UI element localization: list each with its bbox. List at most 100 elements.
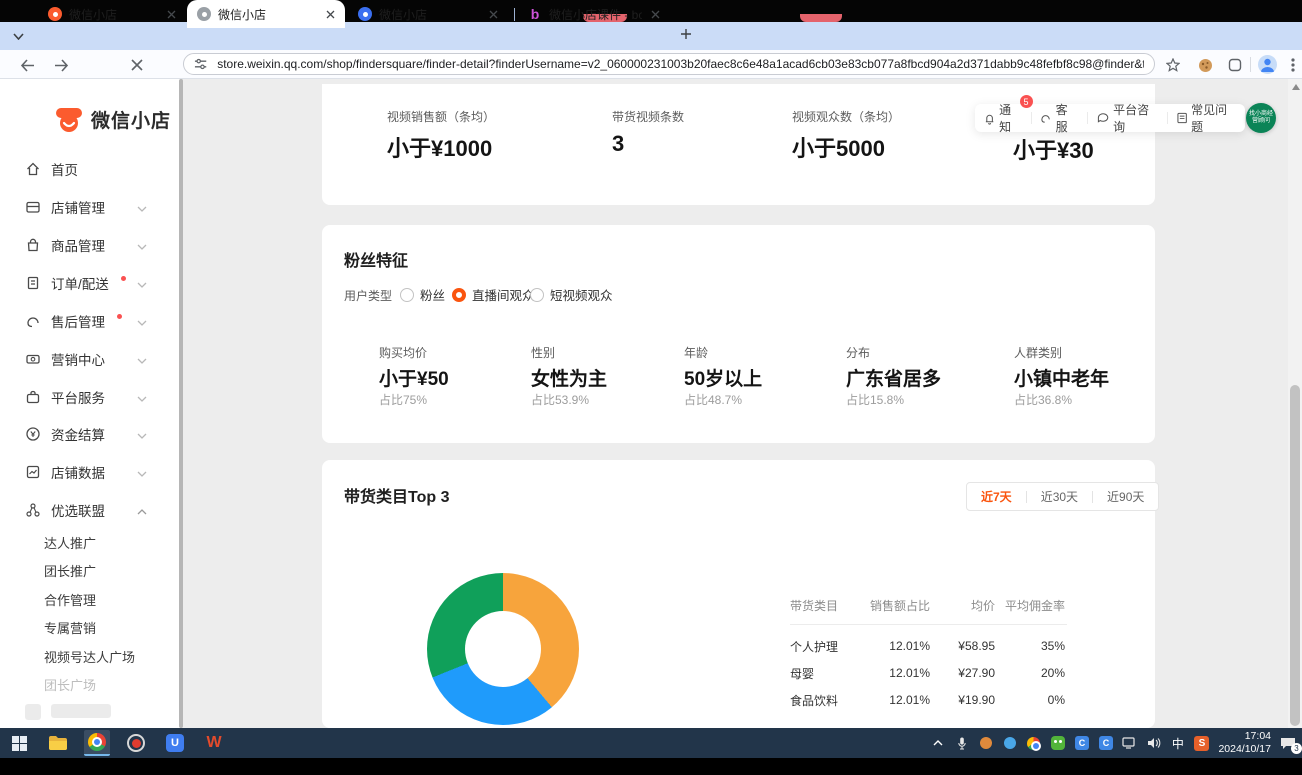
- extensions-icon[interactable]: [1226, 56, 1244, 74]
- bottom-black-strip: [0, 758, 1302, 775]
- sidebar-item-platform-services[interactable]: 平台服务: [25, 387, 165, 407]
- blue-app-tray-icon[interactable]: [1002, 736, 1017, 751]
- sidebar-subitem-leader-plaza[interactable]: 团长广场: [44, 675, 174, 693]
- weixin-store-favicon: [358, 7, 372, 21]
- stat-label: 视频销售额（条均）: [387, 108, 495, 125]
- browser-tab-2-active[interactable]: 微信小店: [187, 0, 345, 28]
- sidebar-item-label: 售后管理: [51, 311, 105, 331]
- sidebar-subitem-daren-plaza[interactable]: 视频号达人广场: [44, 647, 174, 665]
- fan-stat-share: 占比48.7%: [684, 391, 742, 408]
- home-icon: [25, 161, 41, 177]
- url-text: store.weixin.qq.com/shop/findersquare/fi…: [217, 57, 1144, 71]
- chart-icon: [25, 464, 41, 480]
- tray-expand-button[interactable]: [930, 736, 945, 751]
- sidebar-item-shop-data[interactable]: 店铺数据: [25, 462, 165, 482]
- notification-badge: 3: [1291, 743, 1302, 754]
- cell-avg-price: ¥19.90: [930, 693, 995, 707]
- wechat-tray-icon[interactable]: [1050, 736, 1065, 751]
- cookie-extension-icon[interactable]: [1196, 56, 1214, 74]
- tab-close-icon[interactable]: [323, 7, 337, 21]
- sidebar-item-orders-delivery[interactable]: 订单/配送: [25, 273, 165, 293]
- radio-short-video-viewers[interactable]: 短视频观众: [530, 285, 613, 304]
- cell-category: 食品饮料: [790, 692, 867, 709]
- back-button[interactable]: [18, 56, 36, 74]
- sidebar-subitem-daren-promotion[interactable]: 达人推广: [44, 533, 174, 551]
- filter-30days[interactable]: 近30天: [1027, 483, 1092, 510]
- sidebar-item-funds-settlement[interactable]: 资金结算: [25, 424, 165, 444]
- browser-menu-icon[interactable]: [1284, 56, 1302, 74]
- radio-label: 短视频观众: [550, 285, 613, 304]
- radio-icon[interactable]: [452, 288, 466, 302]
- c-app-tray-icon-2[interactable]: C: [1098, 736, 1113, 751]
- chrome-tray-icon[interactable]: [1026, 736, 1041, 751]
- wps-icon: W: [206, 734, 221, 752]
- screen-recorder-button[interactable]: [123, 730, 149, 756]
- sogou-tray-icon[interactable]: S: [1194, 736, 1209, 751]
- network-tray-icon[interactable]: [1122, 736, 1137, 751]
- sidebar-item-shop-management[interactable]: 店铺管理: [25, 197, 165, 217]
- stop-reload-button[interactable]: [128, 56, 146, 74]
- sidebar-item-label: 首页: [51, 159, 78, 179]
- radio-icon[interactable]: [400, 288, 414, 302]
- sidebar-item-product-management[interactable]: 商品管理: [25, 235, 165, 255]
- sidebar-scrollbar[interactable]: [179, 79, 183, 728]
- taskbar-clock[interactable]: 17:04 2024/10/17: [1218, 730, 1271, 756]
- notice-button[interactable]: 通知 5: [975, 101, 1031, 135]
- shop-icon: [25, 199, 41, 215]
- radio-icon[interactable]: [530, 288, 544, 302]
- tab-title: 微信小店: [69, 6, 158, 23]
- sidebar-subitem-exclusive-marketing[interactable]: 专属营销: [44, 618, 174, 636]
- col-header-commission: 平均佣金率: [995, 597, 1065, 614]
- screen: 微信小店 微信小店 微信小店 b 微信小店课件 - boardmix: [0, 0, 1302, 775]
- file-explorer-button[interactable]: [45, 730, 71, 756]
- page-scrollbar-thumb[interactable]: [1290, 385, 1300, 726]
- ime-indicator[interactable]: 中: [1170, 736, 1185, 751]
- faq-button[interactable]: 常见问题: [1168, 101, 1245, 135]
- bookmark-star-icon[interactable]: [1164, 56, 1182, 74]
- sidebar-item-label: 店铺管理: [51, 197, 105, 217]
- profile-avatar[interactable]: [1258, 55, 1277, 74]
- orange-app-tray-icon[interactable]: [978, 736, 993, 751]
- wps-button[interactable]: W: [201, 730, 227, 756]
- stat-label: 视频观众数（条均）: [792, 108, 900, 125]
- browser-tab-1[interactable]: 微信小店: [38, 0, 186, 28]
- microphone-tray-icon[interactable]: [954, 736, 969, 751]
- browser-tab-4[interactable]: b 微信小店课件 - boardmix: [518, 0, 670, 28]
- start-button[interactable]: [6, 730, 32, 756]
- filter-7days[interactable]: 近7天: [967, 483, 1026, 510]
- radio-live-viewers[interactable]: 直播间观众: [452, 285, 535, 304]
- service-label: 客服: [1056, 101, 1078, 135]
- new-tab-button[interactable]: [676, 26, 696, 46]
- tab-close-icon[interactable]: [648, 7, 662, 21]
- c-app-tray-icon-1[interactable]: C: [1074, 736, 1089, 751]
- platform-consult-button[interactable]: 平台咨询: [1088, 101, 1167, 135]
- volume-tray-icon[interactable]: [1146, 736, 1161, 751]
- tab-title: 微信小店: [379, 6, 480, 23]
- red-dot-badge: [117, 314, 122, 319]
- u-app-button[interactable]: U: [162, 730, 188, 756]
- chrome-taskbar-button[interactable]: [84, 730, 110, 756]
- action-center-button[interactable]: 3: [1280, 736, 1298, 751]
- sidebar-subitem-cooperation[interactable]: 合作管理: [44, 590, 174, 608]
- forward-button[interactable]: [52, 56, 70, 74]
- site-settings-icon[interactable]: [194, 58, 207, 70]
- chevron-down-icon: [137, 206, 147, 212]
- cell-share: 12.01%: [867, 666, 930, 680]
- filter-label: 近7天: [981, 488, 1012, 505]
- advisor-badge[interactable]: 找小商经营顾问: [1246, 103, 1276, 133]
- sidebar-item-alliance[interactable]: 优选联盟: [25, 500, 165, 520]
- tab-search-button[interactable]: [10, 28, 26, 44]
- sidebar-subitem-leader-promotion[interactable]: 团长推广: [44, 561, 174, 579]
- scrollbar-up-arrow[interactable]: [1292, 84, 1300, 90]
- filter-90days[interactable]: 近90天: [1093, 483, 1158, 510]
- sidebar-item-marketing-center[interactable]: 营销中心: [25, 349, 165, 369]
- customer-service-button[interactable]: 客服: [1031, 101, 1087, 135]
- radio-fans[interactable]: 粉丝: [400, 285, 445, 304]
- address-bar[interactable]: store.weixin.qq.com/shop/findersquare/fi…: [183, 53, 1155, 75]
- document-icon: [1177, 112, 1187, 124]
- sidebar-item-aftersales[interactable]: 售后管理: [25, 311, 165, 331]
- tab-close-icon[interactable]: [486, 7, 500, 21]
- tab-close-icon[interactable]: [164, 7, 178, 21]
- browser-tab-3[interactable]: 微信小店: [348, 0, 508, 28]
- sidebar-item-home[interactable]: 首页: [25, 159, 165, 179]
